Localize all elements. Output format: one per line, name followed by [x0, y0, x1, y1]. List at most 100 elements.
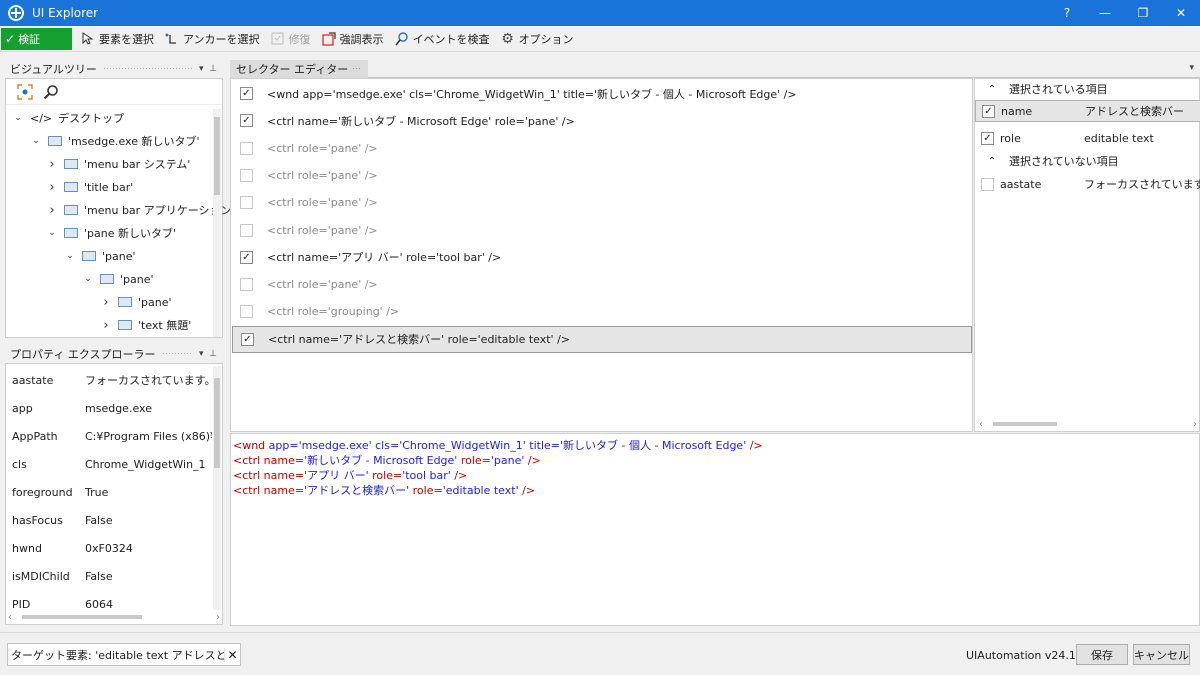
target-element-field[interactable]: ターゲット要素: 'editable text アドレスと検索バー' ✕ — [7, 643, 241, 666]
pin-icon[interactable]: ⊥ — [209, 349, 217, 359]
unselected-attributes-header[interactable]: ⌃ 選択されていない項目 — [975, 151, 1200, 171]
selector-checkbox[interactable] — [240, 168, 253, 182]
attribute-checkbox[interactable] — [981, 177, 994, 191]
visual-tree-scrollbar[interactable] — [213, 109, 221, 337]
selector-row[interactable]: ✓ <ctrl name='新しいタブ - Microsoft Edge' rol… — [232, 107, 972, 134]
selector-text: <ctrl role='pane' /> — [267, 223, 378, 237]
chevron-right-icon[interactable]: › — [46, 157, 58, 172]
selector-checkbox[interactable]: ✓ — [240, 250, 253, 264]
tree-item[interactable]: ⌄ </> デスクトップ — [12, 107, 124, 129]
chevron-right-icon[interactable]: › — [100, 295, 112, 310]
validate-button[interactable]: ✓ 検証 — [1, 27, 72, 50]
selector-text: <ctrl role='pane' /> — [267, 196, 378, 210]
property-key: hwnd — [12, 541, 42, 555]
selector-checkbox[interactable] — [240, 278, 253, 292]
selector-row[interactable]: <ctrl role='pane' /> — [232, 271, 972, 298]
chevron-right-icon[interactable]: › — [100, 318, 112, 333]
attributes-hscrollbar[interactable]: ‹ › — [979, 419, 1197, 430]
clear-target-button[interactable]: ✕ — [224, 647, 240, 662]
chevron-down-icon[interactable]: ⌄ — [30, 136, 42, 146]
property-row[interactable]: aastate フォーカスされています。, ただ — [6, 366, 212, 394]
app-logo-icon — [8, 5, 24, 21]
tree-item[interactable]: › 'text 無題' — [100, 314, 191, 336]
locate-element-icon[interactable] — [16, 83, 34, 101]
property-value: True — [85, 485, 109, 499]
attribute-row[interactable]: ✓ name アドレスと検索バー — [975, 100, 1200, 122]
chevron-down-icon[interactable]: ▾ — [199, 64, 204, 74]
attribute-row[interactable]: aastate フォーカスされています。, ただ — [975, 173, 1200, 195]
selector-editor-tabbar: セレクター エディター ▾ — [230, 60, 1200, 78]
selector-row[interactable]: <ctrl role='pane' /> — [232, 162, 972, 189]
property-hscrollbar[interactable]: ‹ › — [8, 612, 220, 623]
selector-row[interactable]: ✓ <ctrl name='アプリ バー' role='tool bar' /> — [232, 244, 972, 271]
highlight-label: 強調表示 — [339, 32, 384, 46]
property-scrollbar[interactable] — [213, 366, 221, 610]
selector-row[interactable]: <ctrl role='pane' /> — [232, 189, 972, 216]
selector-checkbox[interactable]: ✓ — [241, 332, 254, 346]
property-row[interactable]: app msedge.exe — [6, 394, 212, 422]
attribute-checkbox[interactable]: ✓ — [982, 104, 995, 118]
highlight-button[interactable]: 強調表示 — [320, 28, 386, 50]
property-row[interactable]: hwnd 0xF0324 — [6, 534, 212, 562]
pin-icon[interactable]: ⊥ — [209, 64, 217, 74]
minimize-button[interactable]: — — [1086, 0, 1124, 26]
cancel-button[interactable]: キャンセル — [1133, 644, 1190, 665]
selected-attributes-header[interactable]: ⌃ 選択されている項目 — [975, 79, 1200, 99]
chevron-down-icon[interactable]: ▾ — [199, 349, 204, 359]
selector-checkbox[interactable] — [240, 305, 253, 319]
chevron-down-icon[interactable]: ⌄ — [82, 274, 94, 284]
save-button[interactable]: 保存 — [1076, 644, 1128, 665]
property-row[interactable]: isMDIChild False — [6, 562, 212, 590]
tree-item[interactable]: ⌄ 'msedge.exe 新しいタブ' — [30, 130, 199, 152]
property-row[interactable]: hasFocus False — [6, 506, 212, 534]
selector-row[interactable]: <ctrl role='pane' /> — [232, 135, 972, 162]
selector-row[interactable]: <ctrl role='grouping' /> — [232, 298, 972, 325]
chevron-down-icon[interactable]: ⌄ — [12, 113, 24, 123]
visual-tree-tools — [6, 79, 222, 105]
inspect-icon — [394, 31, 409, 46]
property-row[interactable]: cls Chrome_WidgetWin_1 — [6, 450, 212, 478]
preview-token: 'アプリ バー' — [304, 469, 373, 482]
select-anchor-button[interactable]: アンカーを選択 — [163, 28, 262, 50]
attribute-checkbox[interactable]: ✓ — [981, 131, 994, 145]
selector-row[interactable]: <ctrl role='pane' /> — [232, 217, 972, 244]
restore-button[interactable]: ❐ — [1124, 0, 1162, 26]
selector-checkbox[interactable] — [240, 141, 253, 155]
close-button[interactable]: ✕ — [1162, 0, 1200, 26]
chevron-down-icon[interactable]: ⌄ — [64, 251, 76, 261]
chevron-down-icon[interactable]: ▾ — [1189, 63, 1194, 73]
selector-checkbox[interactable] — [240, 223, 253, 237]
tree-item[interactable]: › 'pane' — [100, 291, 171, 313]
chevron-down-icon[interactable]: ⌄ — [46, 228, 58, 238]
help-button[interactable]: ? — [1048, 0, 1086, 26]
tree-item[interactable]: ⌄ 'pane 新しいタブ' — [46, 222, 176, 244]
tree-item[interactable]: › 'title bar' — [46, 176, 133, 198]
selector-checkbox[interactable] — [240, 196, 253, 210]
tree-item[interactable]: ⌄ 'pane' — [82, 268, 153, 290]
select-element-button[interactable]: 要素を選択 — [79, 28, 156, 50]
panel-grip[interactable] — [161, 352, 193, 356]
selector-checkbox[interactable]: ✓ — [240, 87, 253, 100]
chevron-right-icon[interactable]: › — [46, 203, 58, 218]
preview-token: role= — [460, 454, 491, 467]
search-icon[interactable] — [42, 83, 60, 101]
property-row[interactable]: AppPath C:¥Program Files (x86)¥M — [6, 422, 212, 450]
preview-token: <ctrl — [233, 454, 264, 467]
tree-item[interactable]: › 'menu bar システム' — [46, 153, 190, 175]
panel-grip[interactable] — [102, 67, 193, 71]
chevron-right-icon[interactable]: › — [46, 180, 58, 195]
tree-item[interactable]: ⌄ 'pane' — [64, 245, 135, 267]
inspect-events-button[interactable]: イベントを検査 — [393, 28, 492, 50]
title-bar: UI Explorer ? — ❐ ✕ — [0, 0, 1200, 26]
tab-selector-editor[interactable]: セレクター エディター — [230, 60, 369, 78]
property-row[interactable]: foreground True — [6, 478, 212, 506]
selector-preview[interactable]: <wnd app='msedge.exe' cls='Chrome_Widget… — [230, 433, 1200, 626]
selector-row[interactable]: ✓ <ctrl name='アドレスと検索バー' role='editable t… — [232, 325, 972, 353]
preview-token: 'Chrome_WidgetWin_1' — [399, 439, 530, 452]
options-button[interactable]: ⚙ オプション — [499, 28, 576, 50]
selector-checkbox[interactable]: ✓ — [240, 114, 253, 128]
selector-row[interactable]: ✓ <wnd app='msedge.exe' cls='Chrome_Widge… — [232, 80, 972, 107]
repair-button[interactable]: 修復 — [269, 28, 313, 50]
tree-item[interactable]: › 'menu bar アプリケーション' — [46, 199, 234, 221]
attribute-row[interactable]: ✓ role editable text — [975, 127, 1200, 149]
